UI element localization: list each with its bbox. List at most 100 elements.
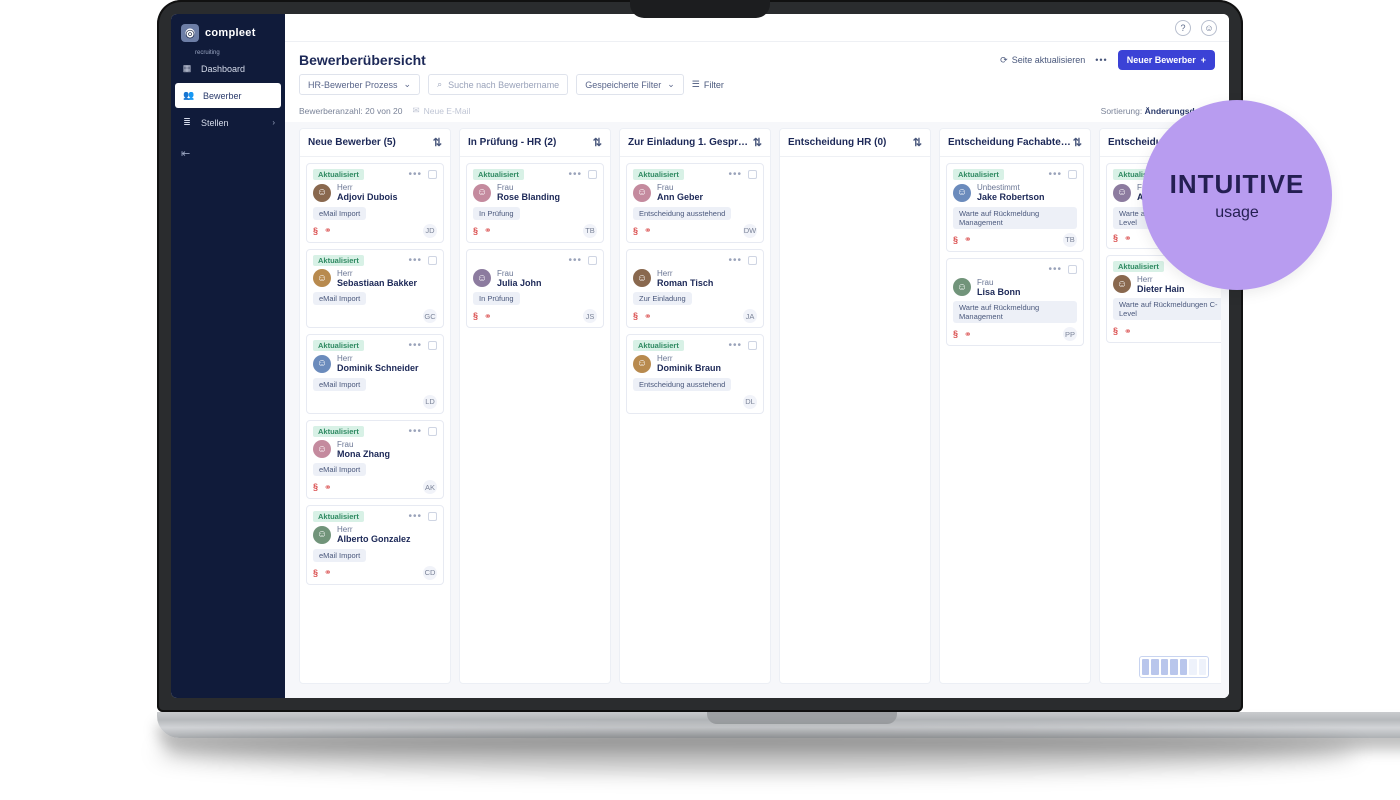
paragraph-icon: § — [313, 568, 318, 578]
card-checkbox[interactable] — [1068, 265, 1077, 274]
saved-filter-select[interactable]: Gespeicherte Filter ⌄ — [576, 74, 684, 95]
page-more-button[interactable]: ••• — [1095, 55, 1107, 65]
applicant-card[interactable]: Aktualisiert•••☺FrauMona ZhangeMail Impo… — [306, 420, 444, 500]
salutation: Herr — [337, 525, 411, 534]
status-tag: Aktualisiert — [1113, 261, 1164, 272]
column-title: Zur Einladung 1. Gesprä… (3) — [628, 137, 753, 148]
stage-chip: eMail Import — [313, 207, 366, 220]
card-more-button[interactable]: ••• — [408, 255, 422, 266]
column-body[interactable] — [780, 157, 930, 169]
card-more-button[interactable]: ••• — [728, 169, 742, 180]
column-filter-icon[interactable]: ⇅ — [433, 136, 442, 149]
applicant-card[interactable]: Aktualisiert•••☺FrauRose BlandingIn Prüf… — [466, 163, 604, 243]
column-body[interactable]: Aktualisiert•••☺FrauAnn GeberEntscheidun… — [620, 157, 770, 420]
people-icon: ⚭ — [644, 225, 652, 236]
paragraph-icon: § — [473, 226, 478, 236]
column-header: In Prüfung - HR (2) ⇅ — [460, 129, 610, 157]
column-title: In Prüfung - HR (2) — [468, 137, 556, 148]
search-placeholder: Suche nach Bewerbername — [448, 80, 559, 90]
card-checkbox[interactable] — [428, 427, 437, 436]
salutation: Unbestimmt — [977, 183, 1045, 192]
people-icon: ⚭ — [484, 225, 492, 236]
sidebar-item-stellen[interactable]: ≣Stellen› — [171, 110, 285, 135]
collapse-sidebar-icon[interactable]: ⇤ — [181, 148, 190, 160]
stage-chip: Warte auf Rückmeldungen C-Level — [1113, 298, 1221, 320]
card-more-button[interactable]: ••• — [568, 169, 582, 180]
process-select[interactable]: HR-Bewerber Prozess ⌄ — [299, 74, 420, 95]
card-checkbox[interactable] — [428, 512, 437, 521]
account-icon[interactable]: ☺ — [1201, 20, 1217, 36]
column-header: Entscheidung Fachabtei… (2)⇅ — [940, 129, 1090, 157]
avatar: ☺ — [313, 184, 331, 202]
card-checkbox[interactable] — [1068, 170, 1077, 179]
column-filter-icon[interactable]: ⇅ — [1073, 136, 1082, 149]
applicant-card[interactable]: Aktualisiert•••☺HerrDominik SchneidereMa… — [306, 334, 444, 414]
card-checkbox[interactable] — [748, 256, 757, 265]
filter-label: Filter — [704, 80, 724, 90]
card-checkbox[interactable] — [748, 170, 757, 179]
paragraph-icon: § — [1113, 233, 1118, 243]
card-more-button[interactable]: ••• — [728, 340, 742, 351]
card-checkbox[interactable] — [588, 256, 597, 265]
status-tag: Aktualisiert — [473, 169, 524, 180]
board-wrap: Neue Bewerber (5)⇅Aktualisiert•••☺HerrAd… — [285, 122, 1229, 698]
stage-chip: In Prüfung — [473, 292, 520, 305]
card-checkbox[interactable] — [428, 256, 437, 265]
search-input[interactable]: ⌕ Suche nach Bewerbername — [428, 74, 568, 95]
status-tag: Aktualisiert — [313, 511, 364, 522]
applicant-card[interactable]: •••☺HerrRoman TischZur Einladung§⚭JA — [626, 249, 764, 329]
card-more-button[interactable]: ••• — [408, 340, 422, 351]
paragraph-icon: § — [313, 482, 318, 492]
applicant-card[interactable]: •••☺FrauLisa BonnWarte auf Rückmeldung M… — [946, 258, 1084, 347]
card-checkbox[interactable] — [428, 170, 437, 179]
applicant-card[interactable]: Aktualisiert•••☺UnbestimmtJake Robertson… — [946, 163, 1084, 252]
applicant-name: Adjovi Dubois — [337, 192, 398, 202]
applicant-name: Dominik Schneider — [337, 363, 419, 373]
applicant-name: Roman Tisch — [657, 278, 713, 288]
card-checkbox[interactable] — [748, 341, 757, 350]
card-more-button[interactable]: ••• — [408, 169, 422, 180]
kanban-board[interactable]: Neue Bewerber (5)⇅Aktualisiert•••☺HerrAd… — [293, 122, 1221, 690]
card-more-button[interactable]: ••• — [1048, 169, 1062, 180]
new-applicant-button[interactable]: Neuer Bewerber + — [1118, 50, 1215, 70]
column-body[interactable]: Aktualisiert•••☺FrauRose BlandingIn Prüf… — [460, 157, 610, 334]
owner-initials: CD — [423, 566, 437, 580]
avatar: ☺ — [633, 269, 651, 287]
filter-button[interactable]: ☰ Filter — [692, 79, 724, 90]
applicant-card[interactable]: Aktualisiert•••☺HerrAdjovi DuboiseMail I… — [306, 163, 444, 243]
column-filter-icon[interactable]: ⇅ — [753, 136, 762, 149]
card-more-button[interactable]: ••• — [1048, 264, 1062, 275]
stage-chip: eMail Import — [313, 292, 366, 305]
avatar: ☺ — [313, 269, 331, 287]
people-icon: ⚭ — [324, 567, 332, 578]
column-filter-icon[interactable]: ⇅ — [593, 136, 602, 149]
help-icon[interactable]: ? — [1175, 20, 1191, 36]
board-minimap[interactable] — [1139, 656, 1209, 678]
sidebar-item-dashboard[interactable]: ▦Dashboard — [171, 56, 285, 81]
paragraph-icon: § — [633, 226, 638, 236]
owner-initials: JS — [583, 309, 597, 323]
chevron-down-icon: ⌄ — [667, 79, 675, 90]
applicant-card[interactable]: Aktualisiert•••☺HerrSebastiaan BakkereMa… — [306, 249, 444, 329]
applicant-card[interactable]: Aktualisiert•••☺HerrAlberto GonzalezeMai… — [306, 505, 444, 585]
applicant-name: Jake Robertson — [977, 192, 1045, 202]
stage-chip: eMail Import — [313, 378, 366, 391]
card-checkbox[interactable] — [588, 170, 597, 179]
card-more-button[interactable]: ••• — [568, 255, 582, 266]
paragraph-icon: § — [953, 329, 958, 339]
column-body[interactable]: Aktualisiert•••☺UnbestimmtJake Robertson… — [940, 157, 1090, 352]
mass-email-button[interactable]: ✉ Neue E-Mail — [413, 105, 471, 116]
applicant-card[interactable]: •••☺FrauJulia JohnIn Prüfung§⚭JS — [466, 249, 604, 329]
applicant-card[interactable]: Aktualisiert•••☺FrauAnn GeberEntscheidun… — [626, 163, 764, 243]
card-more-button[interactable]: ••• — [408, 511, 422, 522]
column-filter-icon[interactable]: ⇅ — [913, 136, 922, 149]
applicant-name: Lisa Bonn — [977, 287, 1021, 297]
refresh-button[interactable]: ⟳ Seite aktualisieren — [1000, 55, 1085, 66]
sidebar-item-bewerber[interactable]: 👥Bewerber — [175, 83, 281, 108]
card-checkbox[interactable] — [428, 341, 437, 350]
card-more-button[interactable]: ••• — [728, 255, 742, 266]
applicant-card[interactable]: Aktualisiert•••☺HerrDominik BraunEntsche… — [626, 334, 764, 414]
card-more-button[interactable]: ••• — [408, 426, 422, 437]
column-body[interactable]: Aktualisiert ••• ☺ Herr Adjovi Dubois eMail I… — [300, 157, 450, 591]
stage-chip: Entscheidung ausstehend — [633, 378, 731, 391]
